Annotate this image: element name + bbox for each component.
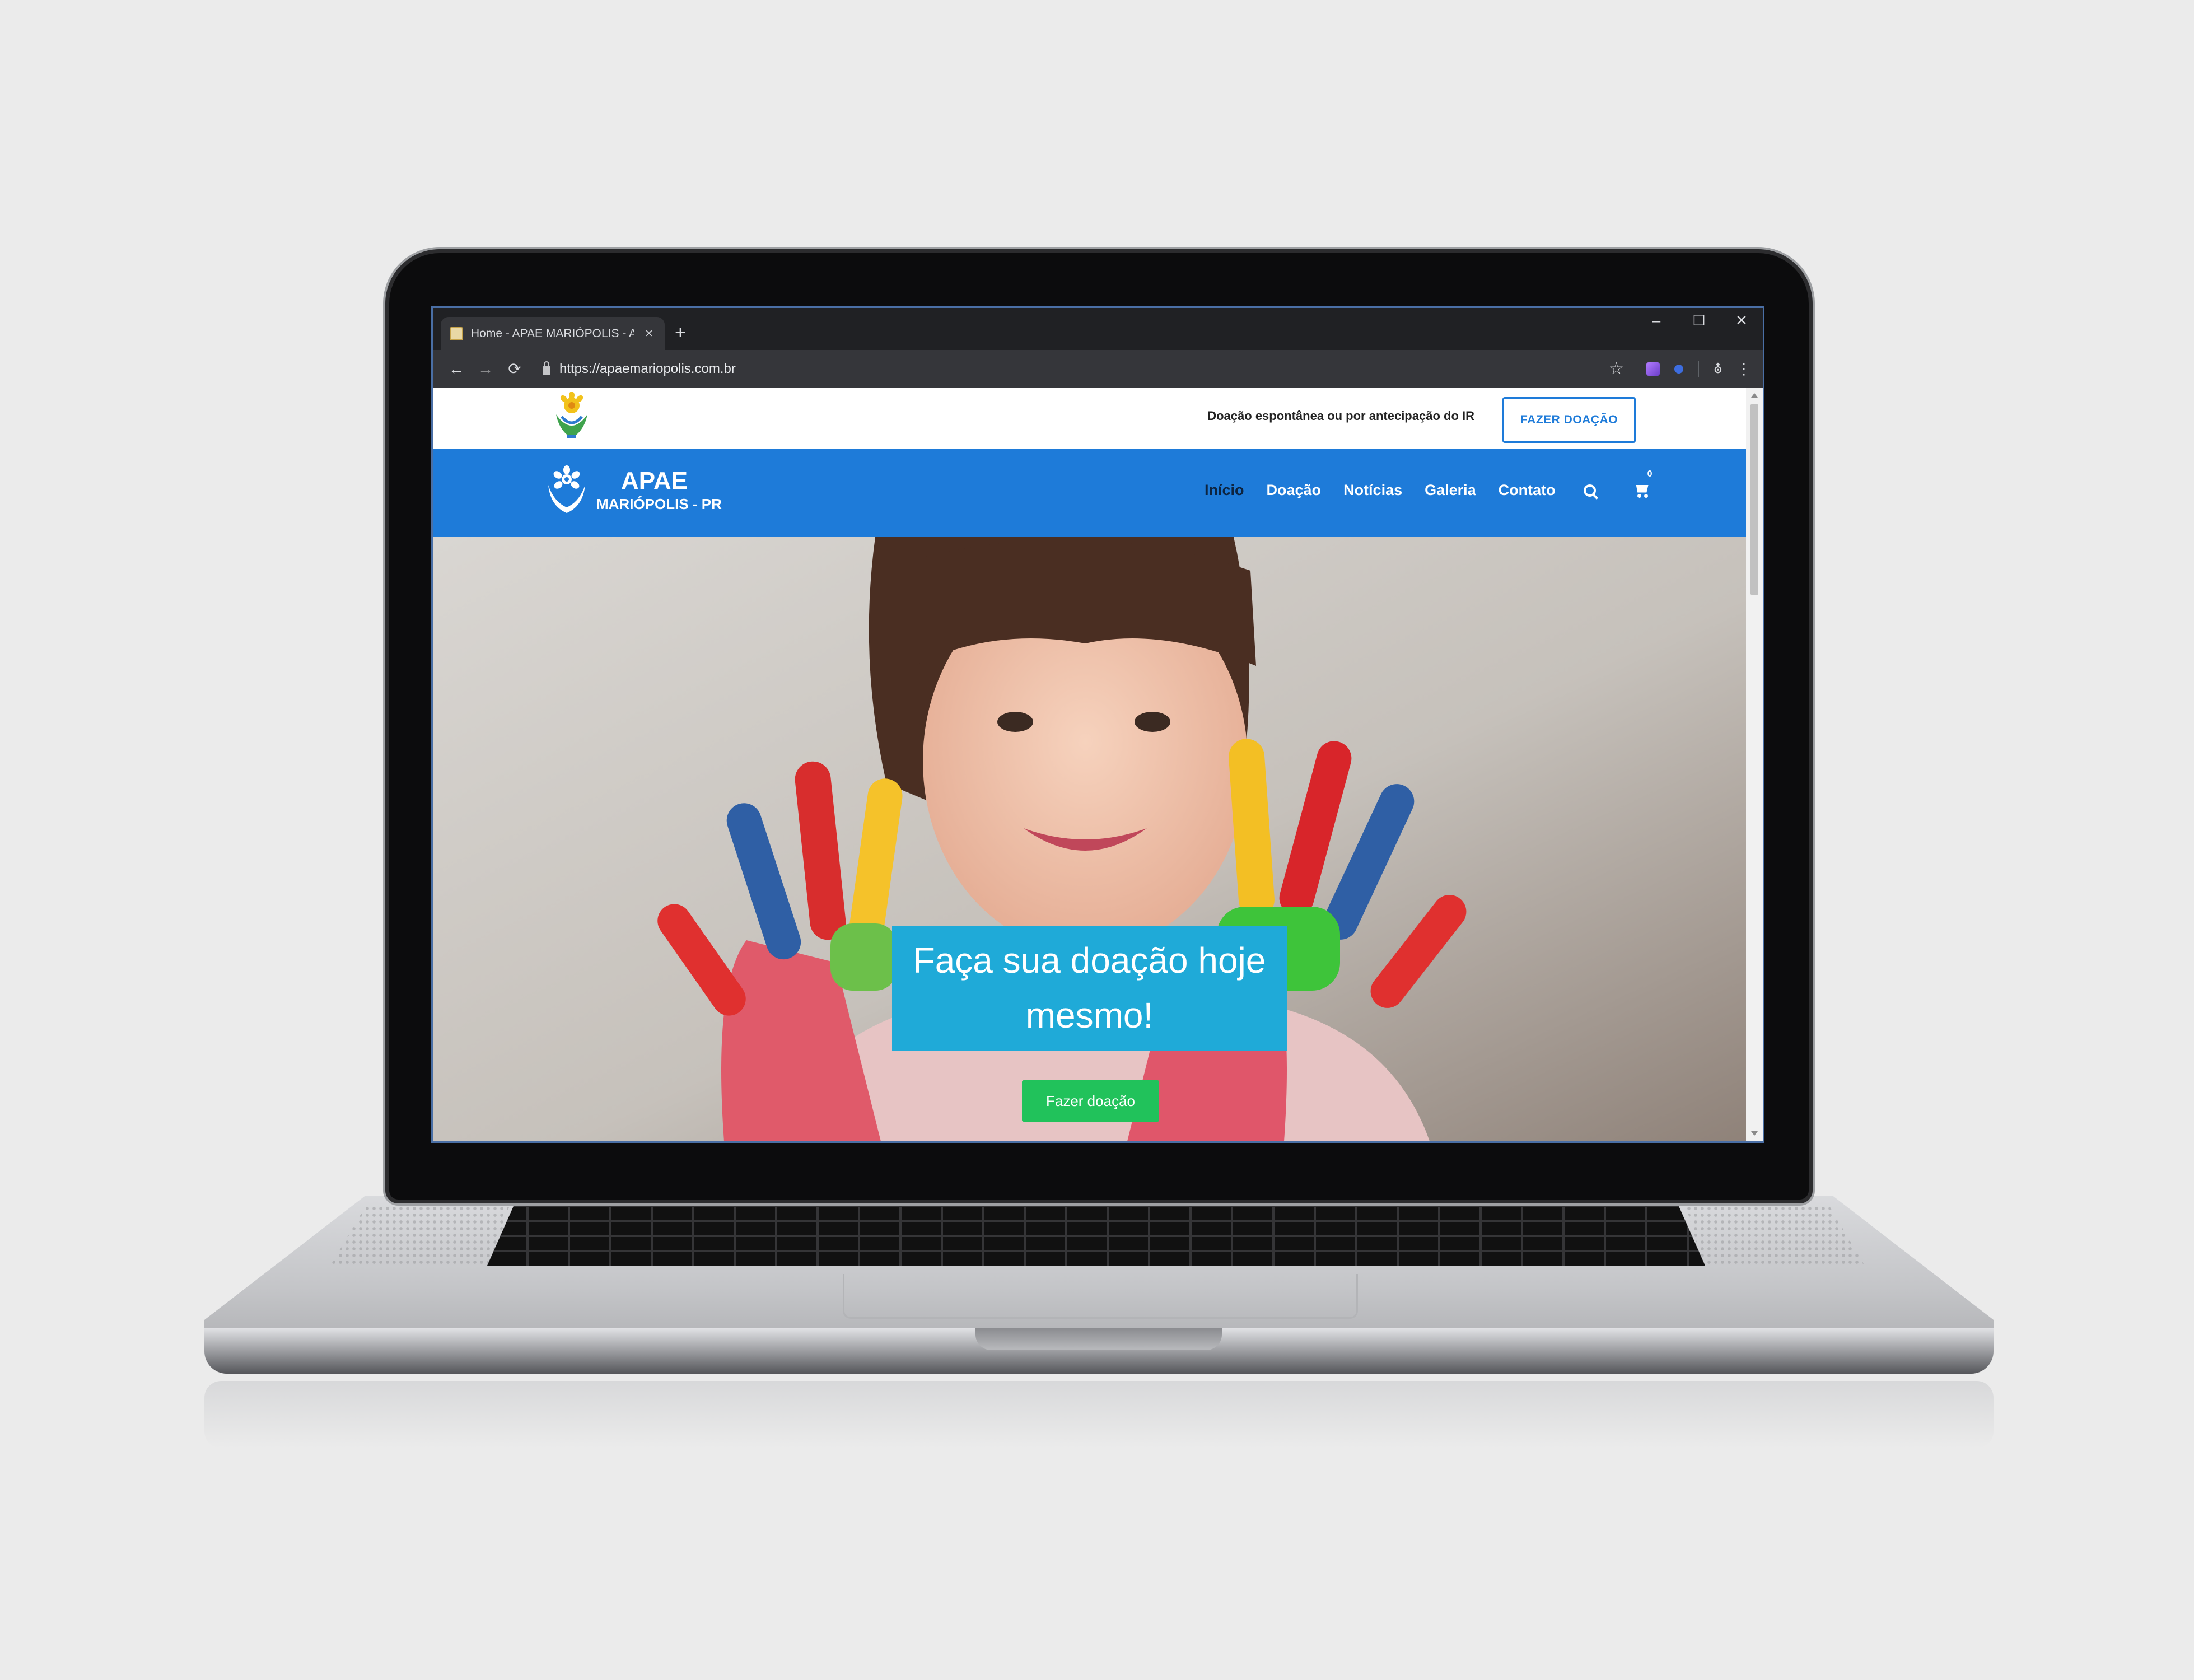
scrollbar-thumb[interactable]	[1750, 404, 1758, 595]
keyboard	[487, 1205, 1705, 1266]
brand-text: APAE MARIÓPOLIS - PR	[596, 467, 722, 512]
cart-icon[interactable]: 0	[1634, 469, 1652, 498]
new-tab-button[interactable]: +	[675, 321, 686, 344]
toolbar-separator	[1697, 360, 1699, 377]
lid-notch	[975, 1328, 1222, 1350]
minimize-button[interactable]: –	[1635, 308, 1678, 333]
scroll-down-icon[interactable]	[1751, 1131, 1758, 1136]
bookmark-star-icon[interactable]: ☆	[1609, 359, 1624, 379]
window-controls: – ☐ ✕	[1635, 308, 1763, 333]
tab-title: Home - APAE MARIÓPOLIS - A A	[471, 326, 634, 340]
keyboard-keys	[487, 1205, 1705, 1266]
back-button[interactable]: ←	[442, 354, 471, 384]
tab-strip: Home - APAE MARIÓPOLIS - A A × + – ☐ ✕	[433, 308, 1763, 350]
browser-window: Home - APAE MARIÓPOLIS - A A × + – ☐ ✕ ←…	[431, 306, 1764, 1143]
site-brand[interactable]: APAE MARIÓPOLIS - PR	[545, 465, 722, 515]
cart-count-badge: 0	[1647, 469, 1652, 479]
extensions-area: ⛢	[1646, 360, 1722, 377]
menu-item-doacao[interactable]: Doação	[1267, 482, 1322, 499]
hero-photo-child-painted-hands	[433, 537, 1746, 1141]
cart-wheel	[1637, 493, 1641, 498]
page-scrollbar[interactable]	[1746, 388, 1763, 1141]
apae-emblem-icon	[556, 392, 587, 438]
cart-basket	[1636, 484, 1649, 493]
menu-item-galeria[interactable]: Galeria	[1425, 482, 1476, 499]
laptop-reflection	[204, 1381, 1994, 1448]
hero-banner: Faça sua doação hoje mesmo! Fazer doação	[433, 537, 1746, 1141]
cart-wheel	[1644, 493, 1648, 498]
tab-close-icon[interactable]: ×	[642, 326, 656, 342]
hero-headline: Faça sua doação hoje mesmo!	[892, 926, 1287, 1051]
site-topbar: Doação espontânea ou por antecipação do …	[433, 388, 1746, 449]
brand-subtitle: MARIÓPOLIS - PR	[596, 496, 722, 512]
address-bar[interactable]: https://apaemariopolis.com.br	[543, 356, 1607, 382]
fazer-doacao-top-button[interactable]: FAZER DOAÇÃO	[1502, 397, 1636, 443]
trackpad	[843, 1274, 1358, 1319]
topbar-tagline: Doação espontânea ou por antecipação do …	[1207, 409, 1474, 423]
page-viewport: Doação espontânea ou por antecipação do …	[433, 388, 1746, 1141]
favicon-icon	[450, 326, 463, 340]
fazer-doacao-hero-button[interactable]: Fazer doação	[1022, 1080, 1159, 1122]
primary-menu: Início Doação Notícias Galeria Contato 0	[1205, 469, 1652, 499]
browser-tab[interactable]: Home - APAE MARIÓPOLIS - A A ×	[441, 317, 665, 350]
menu-item-inicio[interactable]: Início	[1205, 482, 1244, 499]
browser-toolbar: ← → ⟳ https://apaemariopolis.com.br ☆ ⛢ …	[433, 350, 1763, 388]
search-icon[interactable]	[1583, 484, 1596, 497]
reload-button[interactable]: ⟳	[500, 354, 529, 384]
menu-item-contato[interactable]: Contato	[1499, 482, 1556, 499]
lock-icon	[543, 361, 550, 375]
incognito-icon[interactable]: ⛢	[1714, 362, 1722, 376]
extension-dot-icon[interactable]	[1674, 364, 1683, 374]
browser-menu-icon[interactable]: ⋮	[1736, 360, 1752, 378]
menu-item-noticias[interactable]: Notícias	[1343, 482, 1402, 499]
main-navigation: APAE MARIÓPOLIS - PR Início Doação Notíc…	[433, 449, 1746, 537]
close-window-button[interactable]: ✕	[1720, 308, 1763, 333]
forward-button[interactable]: →	[471, 354, 500, 384]
scroll-up-icon[interactable]	[1751, 393, 1758, 398]
maximize-button[interactable]: ☐	[1678, 308, 1720, 333]
extension-pen-icon[interactable]	[1646, 362, 1660, 376]
brand-name: APAE	[621, 467, 688, 494]
apae-logo-icon	[548, 465, 585, 513]
url-text: https://apaemariopolis.com.br	[559, 361, 736, 376]
